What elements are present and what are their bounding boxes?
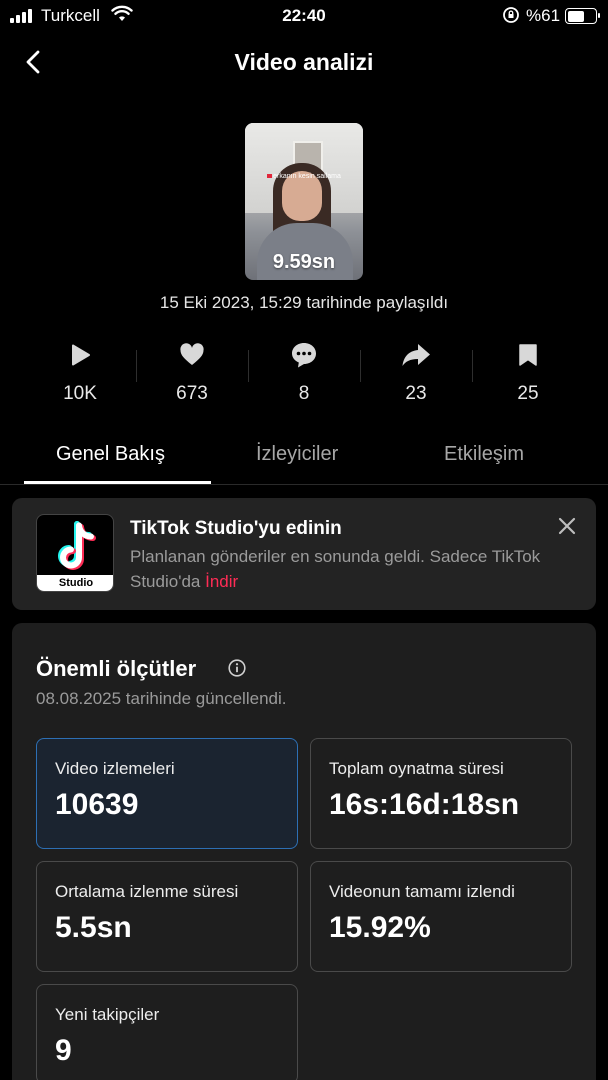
studio-promo-banner[interactable]: Studio TikTok Studio'yu edinin Planlanan…: [12, 498, 596, 610]
metric-value: 15.92%: [329, 911, 431, 944]
metric-value: 16s:16d:18sn: [329, 788, 520, 821]
promo-description: Planlanan gönderiler en sonunda geldi. S…: [130, 547, 541, 591]
page-title: Video analizi: [234, 49, 374, 75]
metric-value: 9: [55, 1034, 72, 1067]
status-bar: Turkcell 22:40 %61: [0, 0, 608, 32]
stat-value: 25: [517, 383, 539, 404]
studio-label: Studio: [37, 575, 113, 591]
tab-overview[interactable]: Genel Bakış: [56, 443, 165, 466]
metric-label: Ortalama izlenme süresi: [55, 882, 239, 901]
metric-card-full-watch[interactable]: Videonun tamamı izlendi 15.92%: [310, 861, 572, 972]
posted-date: 15 Eki 2023, 15:29 tarihinde paylaşıldı: [159, 293, 449, 312]
battery-icon: [565, 8, 600, 24]
download-link[interactable]: İndir: [205, 572, 238, 591]
heart-icon: [179, 340, 205, 370]
comment-icon: [290, 340, 318, 370]
close-icon: [558, 517, 576, 535]
section-title: Önemli ölçütler: [36, 656, 197, 681]
stat-value: 8: [298, 383, 310, 404]
stat-shares: 23: [360, 340, 472, 410]
metric-card-new-followers[interactable]: Yeni takipçiler 9: [36, 984, 298, 1080]
stat-views: 10K: [24, 340, 136, 410]
metric-label: Video izlemeleri: [55, 759, 175, 778]
stat-value: 23: [405, 383, 427, 404]
metric-card-total-playtime[interactable]: Toplam oynatma süresi 16s:16d:18sn: [310, 738, 572, 849]
stat-likes: 673: [136, 340, 248, 410]
tiktok-studio-logo: Studio: [36, 514, 114, 592]
nav-bar: Video analizi: [0, 40, 608, 84]
active-tab-indicator: [24, 481, 211, 484]
rotation-lock-icon: [502, 6, 520, 29]
video-thumbnail[interactable]: erkanın kesin sallama 9.59sn: [245, 123, 363, 280]
promo-headline: TikTok Studio'yu edinin: [130, 518, 342, 539]
stat-saves: 25: [472, 340, 584, 410]
tiktok-note-icon: [58, 521, 96, 570]
share-icon: [401, 340, 431, 370]
play-icon: [67, 340, 93, 370]
metric-label: Yeni takipçiler: [55, 1005, 160, 1024]
video-caption: erkanın kesin sallama: [245, 173, 363, 180]
updated-date: 08.08.2025 tarihinde güncellendi.: [36, 689, 287, 708]
stat-value: 673: [176, 383, 208, 404]
metric-card-avg-watch-time[interactable]: Ortalama izlenme süresi 5.5sn: [36, 861, 298, 972]
tab-bar: Genel Bakış İzleyiciler Etkileşim: [0, 430, 608, 485]
stats-row: 10K 673 8 23 25: [24, 340, 584, 410]
tab-viewers[interactable]: İzleyiciler: [256, 443, 338, 466]
metric-value: 5.5sn: [55, 911, 132, 944]
stat-comments: 8: [248, 340, 360, 410]
video-duration: 9.59sn: [272, 251, 336, 273]
battery-percent: %61: [526, 6, 561, 25]
close-button[interactable]: [556, 515, 578, 537]
metric-card-video-views[interactable]: Video izlemeleri 10639: [36, 738, 298, 849]
stat-value: 10K: [63, 383, 97, 404]
info-icon[interactable]: [228, 659, 246, 677]
key-metrics-panel: Önemli ölçütler 08.08.2025 tarihinde gün…: [12, 623, 596, 1080]
metric-label: Videonun tamamı izlendi: [329, 882, 515, 901]
bookmark-icon: [518, 340, 538, 370]
metric-value: 10639: [55, 788, 139, 821]
metric-label: Toplam oynatma süresi: [329, 759, 504, 778]
tab-engagement[interactable]: Etkileşim: [444, 443, 524, 466]
